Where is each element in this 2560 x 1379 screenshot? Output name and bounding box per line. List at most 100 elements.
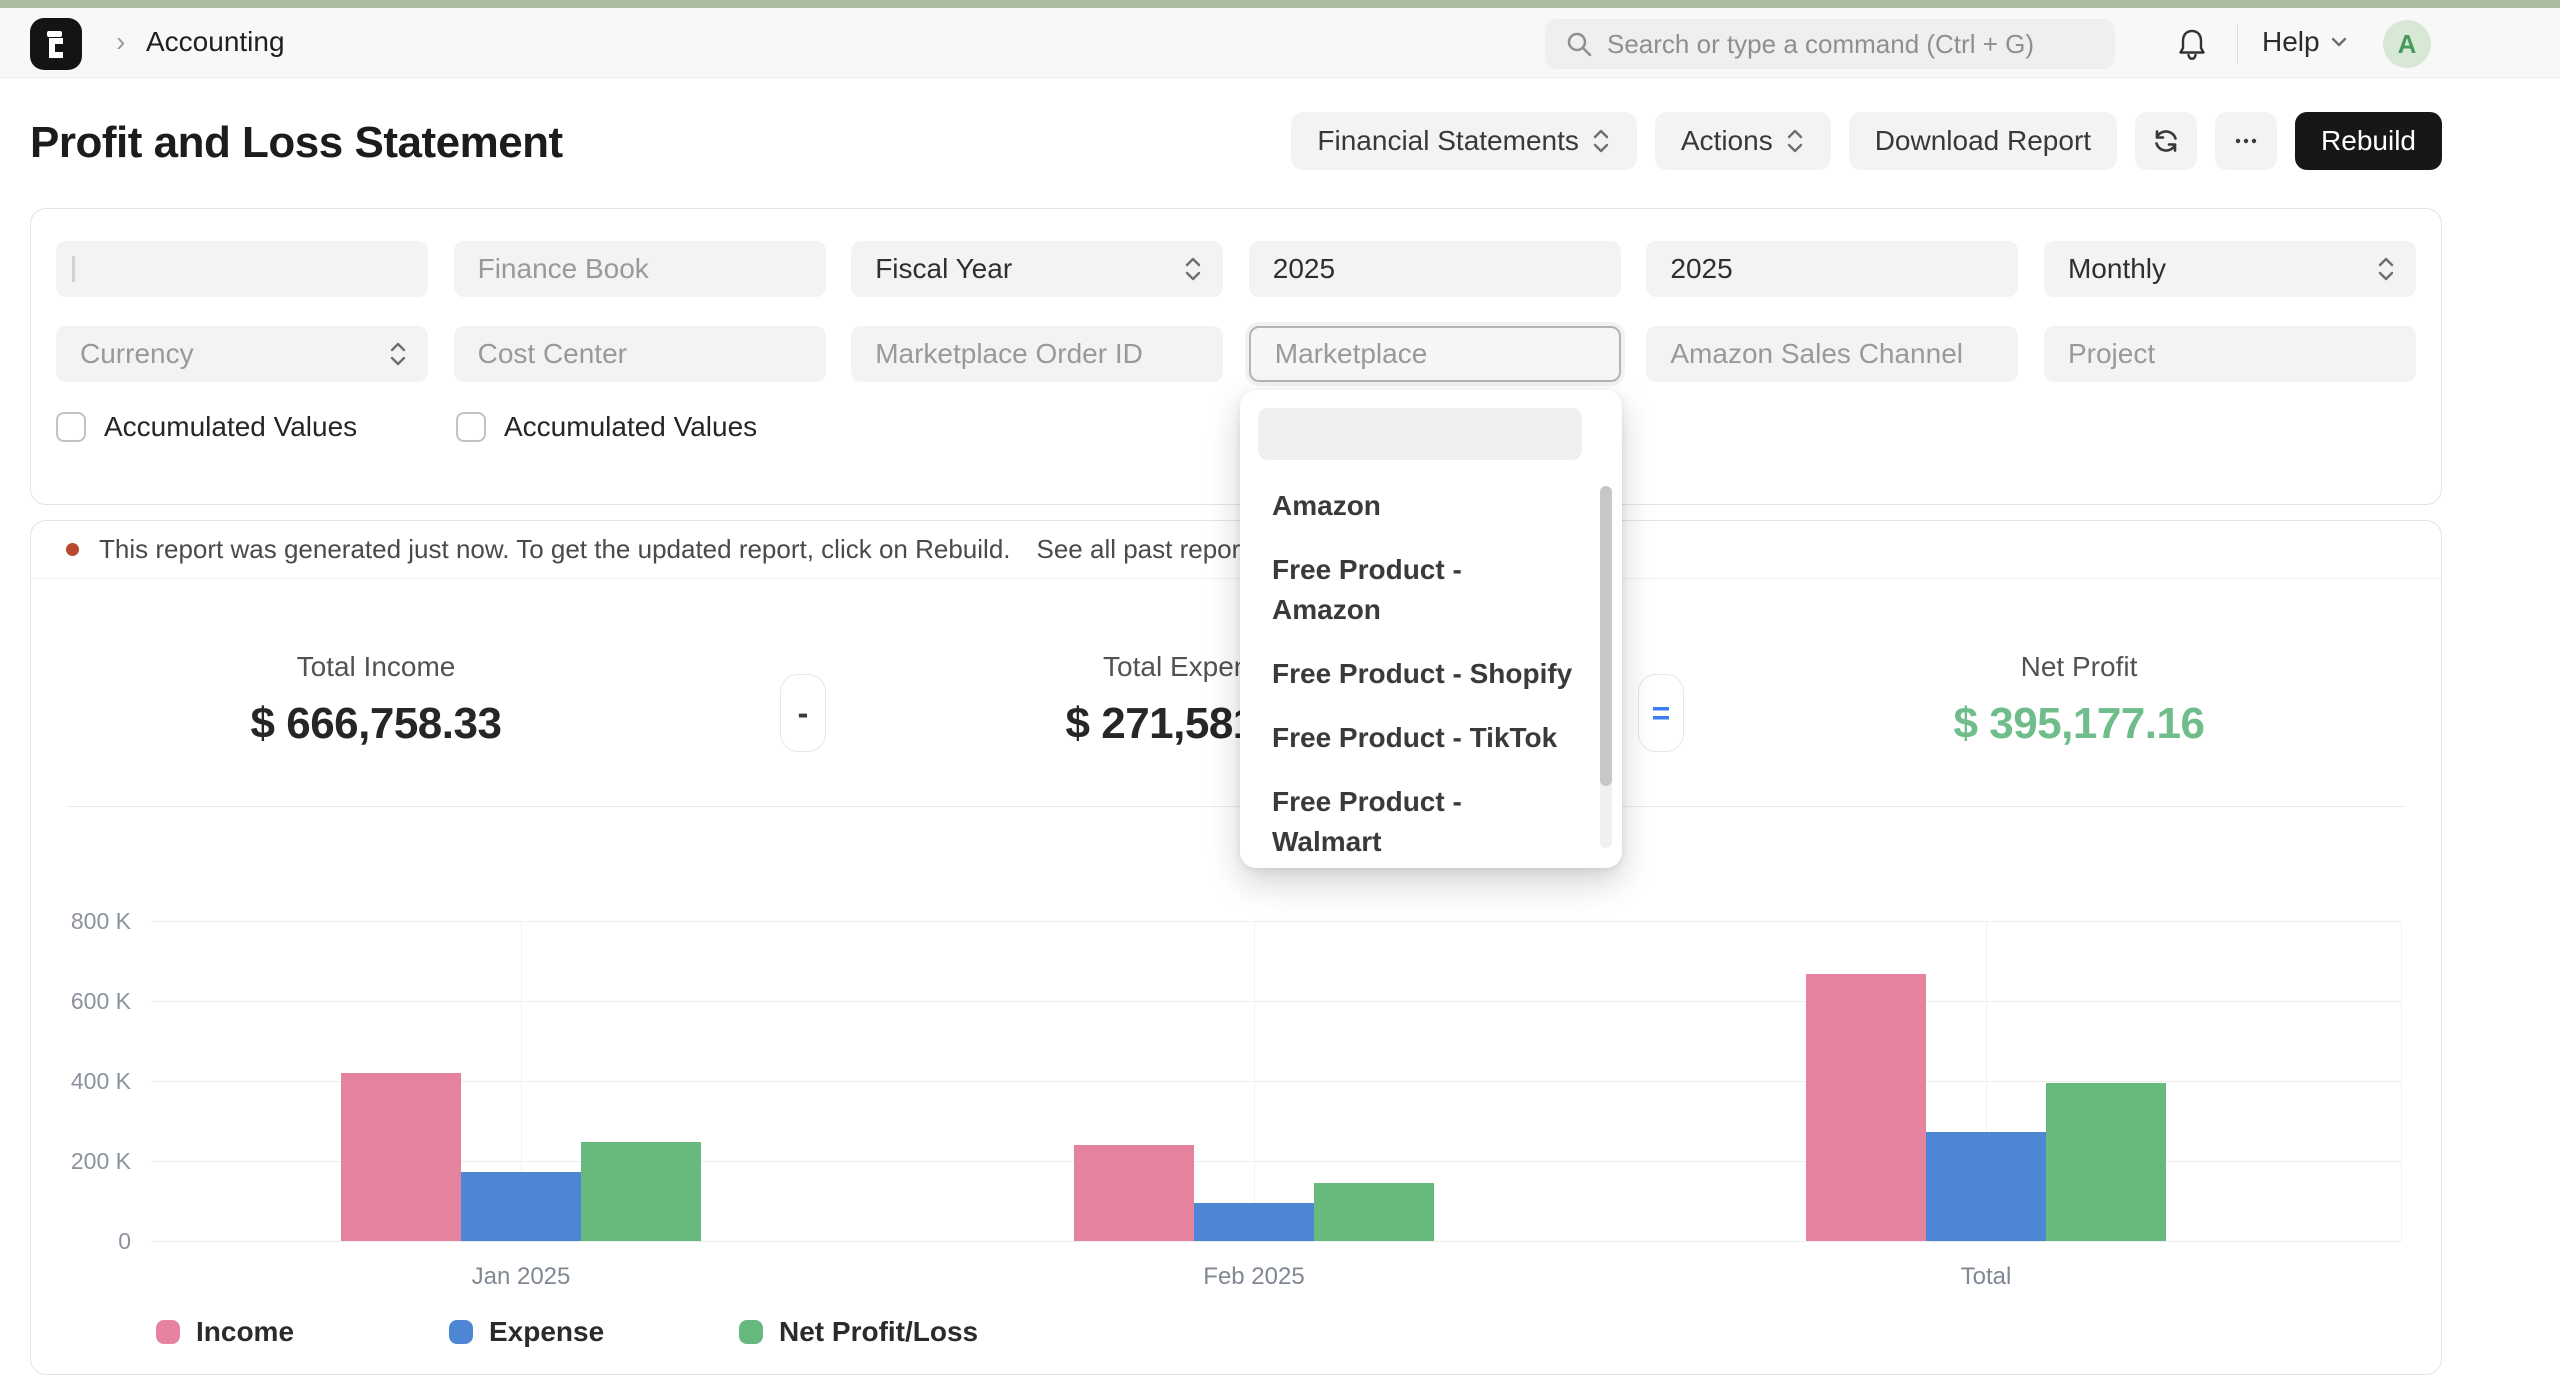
breadcrumb-chevron-icon: ›: [116, 26, 125, 58]
legend-label: Expense: [489, 1316, 604, 1348]
to-fiscal-year-input[interactable]: 2025: [1646, 241, 2018, 297]
page-title: Profit and Loss Statement: [30, 118, 563, 168]
marketplace-order-id-placeholder: Marketplace Order ID: [875, 338, 1143, 370]
to-fiscal-year-value: 2025: [1670, 253, 1732, 285]
marketplace-dropdown: Amazon Free Product -Amazon Free Product -…: [1240, 390, 1622, 868]
legend-item-expense: Expense: [449, 1316, 604, 1348]
period-basis-select[interactable]: Fiscal Year: [851, 241, 1223, 297]
dropdown-scrollbar-thumb[interactable]: [1600, 486, 1612, 786]
dropdown-option-free-product-amazon[interactable]: Free Product -Amazon: [1272, 550, 1604, 630]
bar-income-jan-2025[interactable]: [341, 1073, 461, 1241]
bar-expense-feb-2025[interactable]: [1194, 1203, 1314, 1241]
updown-chevron-icon: [1785, 126, 1805, 156]
marketplace-filter-input[interactable]: Marketplace: [1249, 326, 1621, 382]
x-axis-tick-label: Feb 2025: [1134, 1263, 1374, 1291]
marketplace-order-id-filter-input[interactable]: Marketplace Order ID: [851, 326, 1223, 382]
refresh-icon: [2150, 125, 2182, 157]
x-axis-tick-label: Jan 2025: [401, 1263, 641, 1291]
title-actions: Financial Statements Actions Download Re…: [1291, 112, 2442, 170]
download-report-label: Download Report: [1875, 125, 2091, 157]
bar-expense-total[interactable]: [1926, 1132, 2046, 1241]
dropdown-option-free-product-walmart[interactable]: Free Product -Walmart: [1272, 782, 1604, 862]
actions-menu-button[interactable]: Actions: [1655, 112, 1831, 170]
download-report-button[interactable]: Download Report: [1849, 112, 2117, 170]
company-filter-input[interactable]: [56, 241, 428, 297]
currency-select[interactable]: Currency: [56, 326, 428, 382]
updown-chevron-icon: [388, 339, 408, 369]
help-menu[interactable]: Help: [2262, 26, 2350, 58]
checkbox-unchecked[interactable]: [56, 412, 86, 442]
profit-loss-chart: 800 K600 K400 K200 K0Jan 2025Feb 2025Tot…: [31, 521, 2441, 1374]
app-logo[interactable]: [30, 18, 82, 70]
financial-statements-label: Financial Statements: [1317, 125, 1578, 157]
navbar: › Accounting Search or type a command (C…: [0, 8, 2560, 78]
amazon-sales-channel-filter-input[interactable]: Amazon Sales Channel: [1646, 326, 2018, 382]
updown-chevron-icon: [2376, 254, 2396, 284]
periodicity-select[interactable]: Monthly: [2044, 241, 2416, 297]
project-placeholder: Project: [2068, 338, 2155, 370]
search-placeholder: Search or type a command (Ctrl + G): [1607, 29, 2034, 60]
user-avatar[interactable]: A: [2383, 20, 2431, 68]
accumulated-values-checkbox-1[interactable]: Accumulated Values: [56, 411, 456, 443]
filter-row-2: Currency Cost Center Marketplace Order I…: [56, 326, 2416, 382]
y-gridline: [151, 921, 2401, 922]
from-fiscal-year-input[interactable]: 2025: [1249, 241, 1621, 297]
y-gridline: [151, 1001, 2401, 1002]
text-caret: [72, 256, 75, 282]
bar-net-profit-loss-jan-2025[interactable]: [581, 1142, 701, 1241]
dropdown-option-amazon[interactable]: Amazon: [1272, 486, 1604, 526]
erpnext-logo-icon: [39, 27, 73, 61]
dropdown-option-free-product-tiktok[interactable]: Free Product - TikTok: [1272, 718, 1604, 758]
legend-label: Income: [196, 1316, 294, 1348]
filters-card: Finance Book Fiscal Year 2025 2025 Month…: [30, 208, 2442, 505]
accumulated-values-checkbox-2[interactable]: Accumulated Values: [456, 411, 856, 443]
dropdown-search-input[interactable]: [1258, 408, 1582, 460]
window-accent-strip: [0, 0, 2560, 8]
dropdown-scrollbar[interactable]: [1600, 486, 1612, 848]
app-screen: › Accounting Search or type a command (C…: [0, 0, 2560, 1379]
report-card: This report was generated just now. To g…: [30, 520, 2442, 1375]
accumulated-values-label: Accumulated Values: [104, 411, 357, 443]
cost-center-filter-input[interactable]: Cost Center: [454, 326, 826, 382]
amazon-sales-channel-placeholder: Amazon Sales Channel: [1670, 338, 1963, 370]
y-gridline: [151, 1241, 2401, 1242]
bar-income-total[interactable]: [1806, 974, 1926, 1241]
y-axis-tick-label: 200 K: [51, 1148, 131, 1175]
actions-label: Actions: [1681, 125, 1773, 157]
finance-book-filter-input[interactable]: Finance Book: [454, 241, 826, 297]
legend-label: Net Profit/Loss: [779, 1316, 978, 1348]
accumulated-values-label: Accumulated Values: [504, 411, 757, 443]
financial-statements-select[interactable]: Financial Statements: [1291, 112, 1636, 170]
dropdown-option-free-product-shopify[interactable]: Free Product - Shopify: [1272, 654, 1604, 694]
bar-net-profit-loss-total[interactable]: [2046, 1083, 2166, 1241]
breadcrumb[interactable]: Accounting: [146, 26, 285, 58]
y-axis-tick-label: 800 K: [51, 908, 131, 935]
cost-center-placeholder: Cost Center: [478, 338, 627, 370]
marketplace-dropdown-list: Amazon Free Product -Amazon Free Product -…: [1258, 486, 1604, 862]
bar-net-profit-loss-feb-2025[interactable]: [1314, 1183, 1434, 1241]
legend-item-income: Income: [156, 1316, 294, 1348]
legend-swatch-icon: [156, 1320, 180, 1344]
bell-icon: [2172, 25, 2212, 65]
period-basis-value: Fiscal Year: [875, 253, 1012, 285]
currency-placeholder: Currency: [80, 338, 194, 370]
legend-swatch-icon: [739, 1320, 763, 1344]
finance-book-placeholder: Finance Book: [478, 253, 649, 285]
more-options-button[interactable]: [2215, 112, 2277, 170]
bar-expense-jan-2025[interactable]: [461, 1172, 581, 1241]
filter-checkbox-row: Accumulated Values Accumulated Values: [56, 411, 2416, 443]
search-icon: [1565, 30, 1593, 58]
from-fiscal-year-value: 2025: [1273, 253, 1335, 285]
legend-item-net-profit-loss: Net Profit/Loss: [739, 1316, 978, 1348]
filter-row-1: Finance Book Fiscal Year 2025 2025 Month…: [56, 241, 2416, 297]
bar-income-feb-2025[interactable]: [1074, 1145, 1194, 1241]
project-filter-input[interactable]: Project: [2044, 326, 2416, 382]
periodicity-value: Monthly: [2068, 253, 2166, 285]
y-gridline: [151, 1081, 2401, 1082]
notifications-button[interactable]: [2172, 25, 2212, 65]
global-search-input[interactable]: Search or type a command (Ctrl + G): [1545, 19, 2115, 69]
rebuild-button[interactable]: Rebuild: [2295, 112, 2442, 170]
help-label: Help: [2262, 26, 2320, 58]
refresh-button[interactable]: [2135, 112, 2197, 170]
checkbox-unchecked[interactable]: [456, 412, 486, 442]
